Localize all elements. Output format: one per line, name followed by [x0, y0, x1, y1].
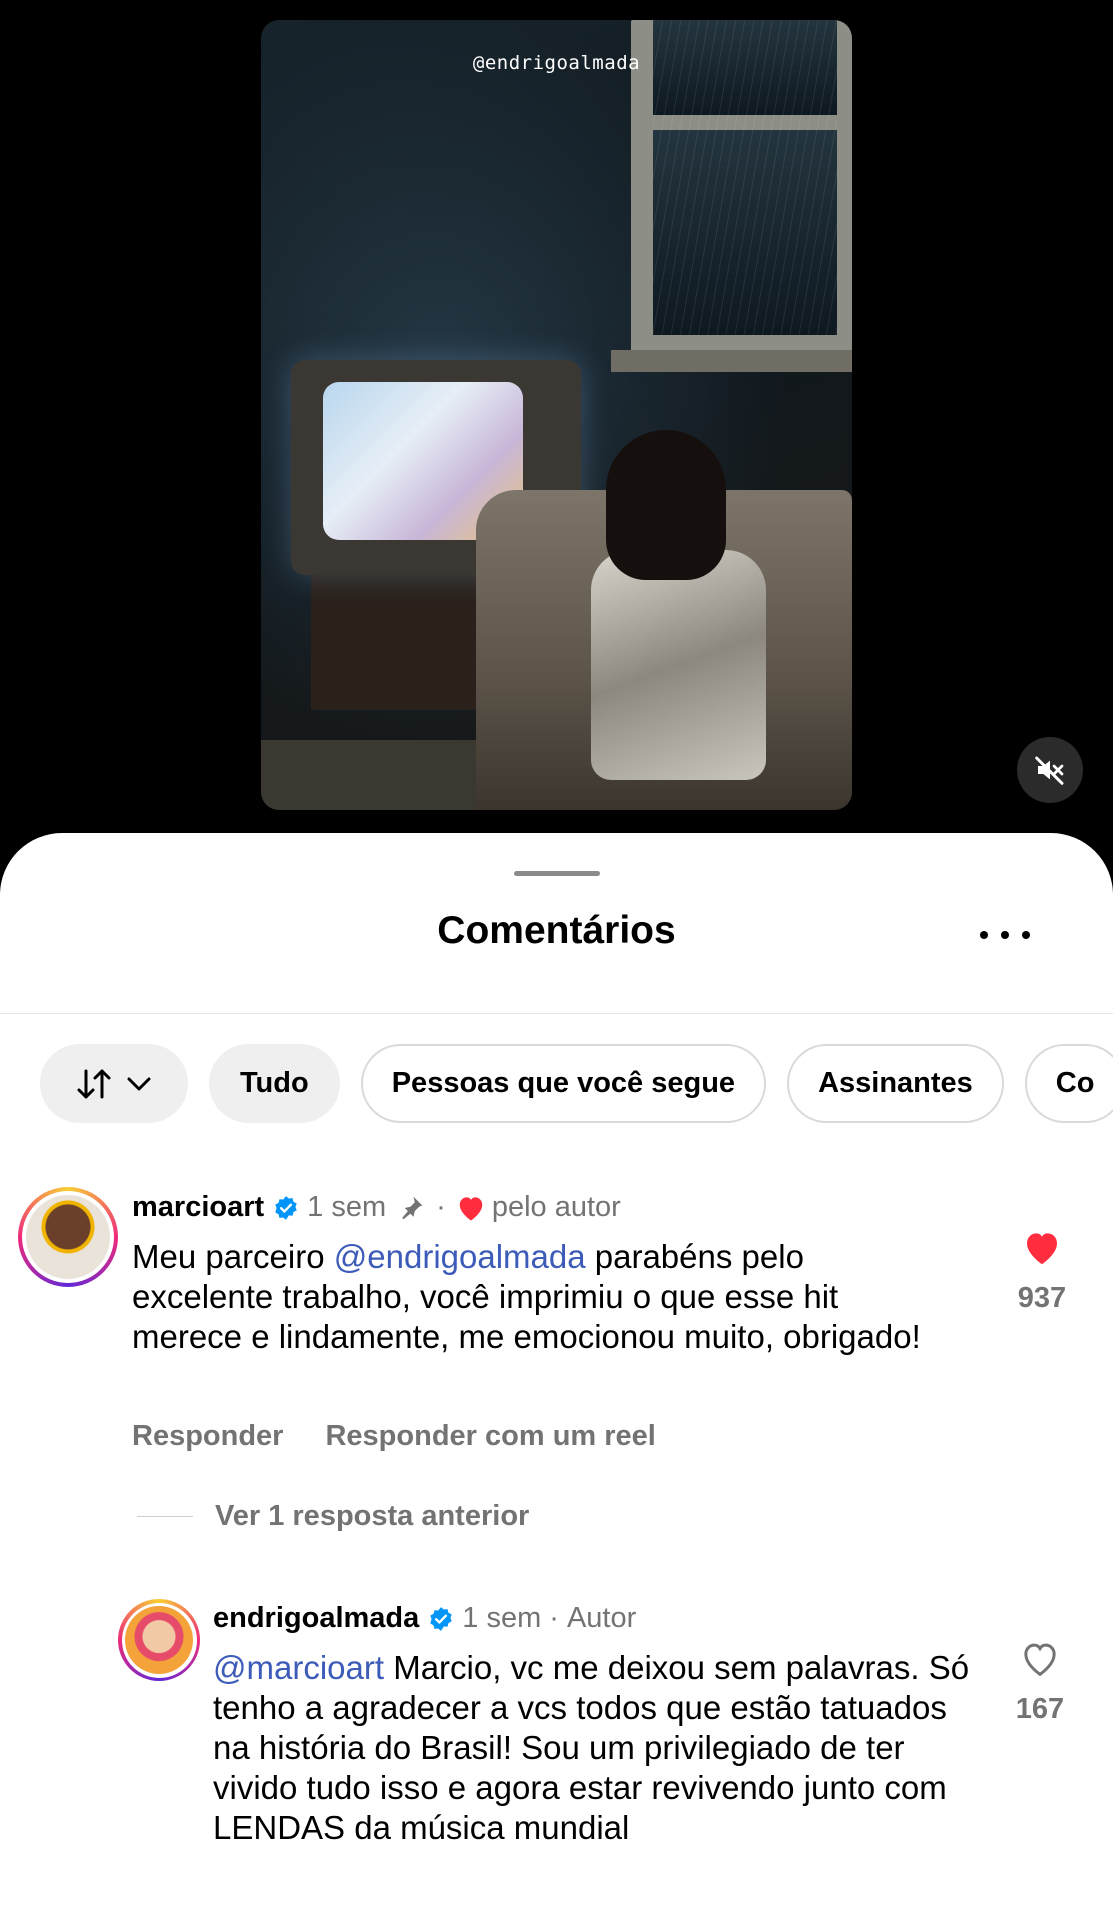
- video-watermark: @endrigoalmada: [472, 52, 641, 74]
- comment-meta: marcioart 1 sem · pelo autor: [132, 1191, 621, 1224]
- comment-time: 1 sem: [307, 1191, 387, 1223]
- header-divider: [0, 1013, 1113, 1014]
- meta-separator: ·: [436, 1191, 446, 1223]
- avatar-photo: [125, 1606, 193, 1674]
- reel-video[interactable]: @endrigoalmada: [261, 20, 852, 810]
- sheet-drag-handle[interactable]: [514, 871, 600, 876]
- avatar-photo: [26, 1195, 110, 1279]
- avatar-inner: [121, 1602, 197, 1678]
- heart-filled-icon: [459, 1196, 483, 1220]
- like-column: 167: [1000, 1640, 1080, 1726]
- video-scene-sill: [611, 350, 852, 372]
- sort-arrows-icon: [77, 1069, 111, 1098]
- heart-filled-icon[interactable]: [1022, 1229, 1062, 1266]
- video-scene-person-body: [591, 550, 766, 780]
- verified-badge-icon: [430, 1606, 453, 1631]
- reply-body: @marcioart Marcio, vc me deixou sem pala…: [213, 1648, 983, 1848]
- reply-meta: endrigoalmada 1 sem · Autor: [213, 1602, 636, 1635]
- chevron-down-icon: [127, 1077, 151, 1090]
- like-count: 937: [1017, 1282, 1067, 1314]
- verified-badge-icon: [275, 1195, 297, 1220]
- sheet-title: Comentários: [437, 909, 676, 952]
- like-column: 937: [1002, 1229, 1082, 1315]
- meta-separator: ·: [549, 1602, 559, 1634]
- mention-link[interactable]: @endrigoalmada: [334, 1238, 586, 1275]
- comment-text-prefix: Meu parceiro: [132, 1238, 334, 1275]
- comment-actions: Responder Responder com um reel: [132, 1420, 656, 1453]
- filter-chip-subscribers[interactable]: Assinantes: [787, 1044, 1004, 1123]
- heart-outline-icon[interactable]: [1020, 1640, 1060, 1677]
- more-horizontal-icon: [1001, 931, 1009, 939]
- like-count: 167: [1015, 1693, 1065, 1725]
- filter-chip-following[interactable]: Pessoas que você segue: [360, 1044, 767, 1123]
- view-previous-replies-label: Ver 1 resposta anterior: [215, 1500, 530, 1532]
- more-horizontal-icon: [1022, 931, 1030, 939]
- comment-username[interactable]: marcioart: [132, 1191, 264, 1224]
- comment-username[interactable]: endrigoalmada: [213, 1602, 419, 1635]
- speaker-muted-icon: [1035, 756, 1064, 785]
- reply-thread-line: [137, 1516, 193, 1517]
- video-scene-person-hair: [606, 430, 726, 580]
- comment-body-1: Meu parceiro @endrigoalmada parabéns pel…: [132, 1237, 942, 1357]
- filter-chip-all[interactable]: Tudo: [209, 1044, 340, 1123]
- reply-with-reel-button[interactable]: Responder com um reel: [325, 1420, 655, 1453]
- comments-sheet: Comentários Tudo Pessoas que você segue …: [0, 833, 1113, 1920]
- avatar-inner: [22, 1191, 114, 1283]
- reply-button[interactable]: Responder: [132, 1420, 283, 1453]
- author-label: Autor: [566, 1602, 637, 1634]
- pin-icon: [402, 1196, 423, 1219]
- view-previous-replies[interactable]: Ver 1 resposta anterior: [137, 1500, 529, 1533]
- mention-link[interactable]: @marcioart: [213, 1649, 384, 1686]
- filter-chips-row: Tudo Pessoas que você segue Assinantes C…: [40, 1044, 1113, 1124]
- filter-chip-more[interactable]: Co: [1024, 1044, 1113, 1123]
- reel-video-area[interactable]: @endrigoalmada: [0, 0, 1113, 840]
- more-horizontal-icon: [980, 931, 988, 939]
- mute-button[interactable]: [1017, 737, 1083, 803]
- more-options-button[interactable]: [980, 925, 1030, 945]
- avatar[interactable]: [118, 1599, 200, 1681]
- liked-by-author-label: pelo autor: [491, 1191, 621, 1223]
- avatar[interactable]: [18, 1187, 118, 1287]
- comment-time: 1 sem: [462, 1602, 542, 1634]
- sort-button[interactable]: [40, 1044, 188, 1123]
